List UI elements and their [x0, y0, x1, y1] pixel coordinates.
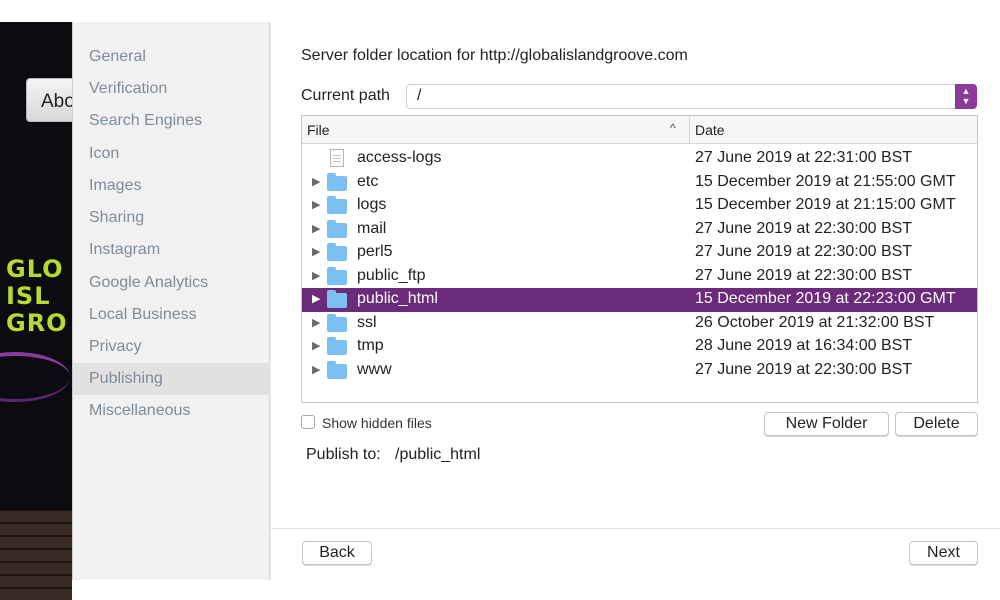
disclosure-triangle-icon[interactable]: ▶	[312, 316, 320, 329]
sidebar-item-verification[interactable]: Verification	[73, 74, 270, 104]
row-date: 27 June 2019 at 22:30:00 BST	[695, 219, 913, 237]
row-date: 26 October 2019 at 21:32:00 BST	[695, 313, 935, 331]
row-name: public_html	[357, 290, 438, 307]
top-strip	[0, 0, 1000, 22]
column-header-row: File ^ Date	[302, 116, 977, 144]
row-name: tmp	[357, 337, 384, 354]
table-row[interactable]: ▶ logs 15 December 2019 at 21:15:00 GMT	[302, 194, 977, 218]
publish-to-label: Publish to:	[306, 446, 381, 463]
row-date: 15 December 2019 at 22:23:00 GMT	[695, 290, 956, 307]
settings-sidebar: General Verification Search Engines Icon…	[73, 22, 270, 580]
folder-icon	[327, 219, 347, 238]
disclosure-triangle-icon[interactable]: ▶	[312, 292, 320, 305]
row-name: perl5	[357, 243, 393, 260]
row-name: access-logs	[357, 149, 442, 166]
table-row[interactable]: ▶ www 27 June 2019 at 22:30:00 BST	[302, 359, 977, 383]
folder-icon	[327, 266, 347, 285]
background-swoosh	[0, 352, 70, 402]
show-hidden-files-checkbox[interactable]	[301, 415, 315, 429]
file-browser[interactable]: File ^ Date access-logs 27 June 2019 at …	[301, 115, 978, 403]
table-row-selected[interactable]: ▶ public_html 15 December 2019 at 22:23:…	[302, 288, 977, 312]
row-date: 28 June 2019 at 16:34:00 BST	[695, 337, 913, 354]
sidebar-item-publishing[interactable]: Publishing	[73, 363, 270, 395]
sidebar-item-privacy[interactable]: Privacy	[73, 332, 270, 362]
footer-divider	[271, 528, 1000, 529]
sidebar-item-google-analytics[interactable]: Google Analytics	[73, 268, 270, 298]
folder-icon	[327, 360, 347, 379]
table-row[interactable]: access-logs 27 June 2019 at 22:31:00 BST	[302, 147, 977, 171]
row-name: logs	[357, 196, 387, 213]
current-path-label: Current path	[301, 87, 390, 104]
row-date: 27 June 2019 at 22:30:00 BST	[695, 360, 913, 378]
row-name: public_ftp	[357, 266, 426, 284]
table-row[interactable]: ▶ tmp 28 June 2019 at 16:34:00 BST	[302, 335, 977, 359]
settings-dialog: General Verification Search Engines Icon…	[72, 22, 1000, 580]
folder-icon	[327, 243, 347, 261]
row-date: 27 June 2019 at 22:31:00 BST	[695, 149, 913, 166]
publishing-panel: Server folder location for http://global…	[271, 22, 1000, 580]
chevron-up-down-icon[interactable]: ▲ ▼	[955, 84, 977, 109]
back-button[interactable]: Back	[302, 541, 372, 565]
row-name: ssl	[357, 313, 377, 331]
sidebar-item-icon[interactable]: Icon	[73, 139, 270, 169]
folder-icon	[327, 313, 347, 332]
table-row[interactable]: ▶ etc 15 December 2019 at 21:55:00 GMT	[302, 171, 977, 195]
sidebar-item-images[interactable]: Images	[73, 171, 270, 201]
current-path-select[interactable]: / ▲ ▼	[406, 84, 977, 109]
sidebar-item-instagram[interactable]: Instagram	[73, 235, 270, 265]
show-hidden-files-label[interactable]: Show hidden files	[322, 415, 432, 431]
disclosure-triangle-icon[interactable]: ▶	[312, 363, 320, 376]
folder-icon	[327, 196, 347, 214]
table-row[interactable]: ▶ ssl 26 October 2019 at 21:32:00 BST	[302, 312, 977, 336]
sidebar-item-general[interactable]: General	[73, 42, 270, 72]
background-brick-wall	[0, 510, 72, 600]
disclosure-triangle-icon[interactable]: ▶	[312, 339, 320, 352]
sidebar-item-local-business[interactable]: Local Business	[73, 300, 270, 330]
current-path-value: /	[417, 87, 422, 104]
table-row[interactable]: ▶ public_ftp 27 June 2019 at 22:30:00 BS…	[302, 265, 977, 289]
row-date: 27 June 2019 at 22:30:00 BST	[695, 243, 913, 260]
table-row[interactable]: ▶ perl5 27 June 2019 at 22:30:00 BST	[302, 241, 977, 265]
new-folder-button[interactable]: New Folder	[764, 412, 889, 436]
row-date: 15 December 2019 at 21:15:00 GMT	[695, 196, 956, 213]
delete-button[interactable]: Delete	[895, 412, 978, 436]
row-name: etc	[357, 172, 379, 190]
disclosure-triangle-icon[interactable]: ▶	[312, 245, 320, 258]
disclosure-triangle-icon[interactable]: ▶	[312, 269, 320, 282]
sort-ascending-icon[interactable]: ^	[670, 121, 676, 135]
folder-icon	[327, 290, 347, 308]
row-name: www	[357, 360, 392, 378]
background-logo: GLO ISL GRO	[6, 255, 68, 337]
disclosure-triangle-icon[interactable]: ▶	[312, 222, 320, 235]
sidebar-item-search-engines[interactable]: Search Engines	[73, 106, 270, 136]
row-date: 15 December 2019 at 21:55:00 GMT	[695, 172, 956, 190]
document-icon	[330, 149, 344, 167]
row-name: mail	[357, 219, 387, 237]
sidebar-item-miscellaneous[interactable]: Miscellaneous	[73, 396, 270, 426]
folder-icon	[327, 172, 347, 191]
publish-to-value: /public_html	[395, 446, 481, 463]
sidebar-item-sharing[interactable]: Sharing	[73, 203, 270, 233]
page-title: Server folder location for http://global…	[301, 47, 688, 64]
column-header-date[interactable]: Date	[695, 122, 725, 138]
column-divider[interactable]	[689, 116, 690, 144]
disclosure-triangle-icon[interactable]: ▶	[312, 198, 320, 211]
next-button[interactable]: Next	[909, 541, 978, 565]
column-header-file[interactable]: File	[307, 122, 330, 138]
row-date: 27 June 2019 at 22:30:00 BST	[695, 266, 913, 284]
disclosure-triangle-icon[interactable]: ▶	[312, 175, 320, 188]
folder-icon	[327, 337, 347, 355]
table-row[interactable]: ▶ mail 27 June 2019 at 22:30:00 BST	[302, 218, 977, 242]
